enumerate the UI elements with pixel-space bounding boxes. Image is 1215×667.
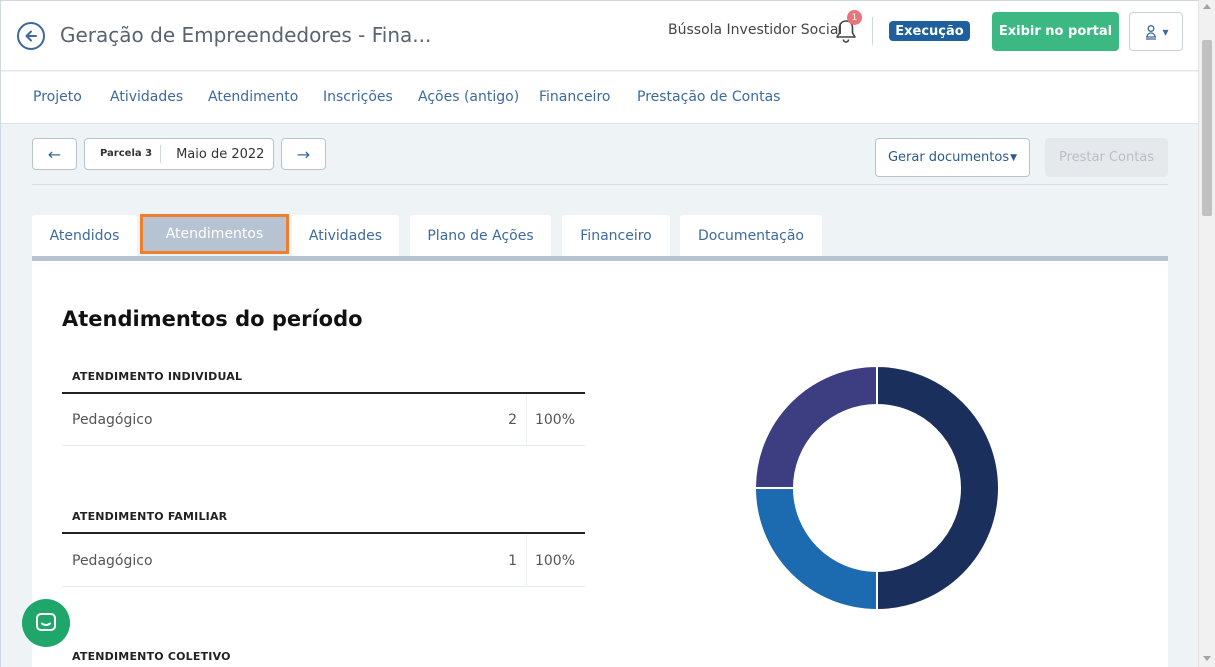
caret-down-icon: ▼ (1010, 152, 1018, 163)
row-label: Pedagógico (72, 412, 153, 428)
scrollbar-thumb[interactable] (1202, 40, 1212, 216)
user-stamp-icon (1146, 24, 1157, 40)
tab-plano-de-acoes[interactable]: Plano de Ações (410, 215, 551, 256)
row-percent: 100% (534, 412, 575, 428)
previous-period-button[interactable]: ← (32, 138, 77, 170)
nav-item-inscricoes[interactable]: Inscrições (323, 89, 393, 105)
row-label: Pedagógico (72, 553, 153, 569)
generate-documents-label: Gerar documentos (887, 150, 1010, 165)
chat-button[interactable] (22, 599, 70, 647)
user-menu-button[interactable]: ▾ (1129, 12, 1183, 51)
period-month: Maio de 2022 (176, 146, 265, 162)
donut-slice-2[interactable] (753, 364, 878, 489)
render-accounts-button: Prestar Contas (1045, 138, 1168, 177)
tab-documentacao[interactable]: Documentação (680, 215, 822, 256)
group-header-individual: ATENDIMENTO INDIVIDUAL (62, 362, 585, 394)
tab-atendimentos-label: Atendimentos (149, 222, 280, 246)
back-arrow-icon[interactable] (17, 22, 45, 50)
chat-icon (36, 613, 56, 631)
row-count: 1 (508, 553, 517, 569)
next-period-button[interactable]: → (281, 138, 326, 170)
scroll-up-arrow-icon[interactable] (1203, 4, 1211, 9)
show-in-portal-button[interactable]: Exibir no portal (992, 12, 1119, 51)
row-count: 2 (508, 412, 517, 428)
group-header-familiar: ATENDIMENTO FAMILIAR (62, 502, 585, 534)
attendance-donut-chart (753, 364, 1000, 612)
chevron-down-icon: ▾ (1162, 24, 1169, 39)
table-row: Pedagógico 1 100% (62, 535, 585, 587)
donut-slice-1[interactable] (753, 487, 878, 612)
nav-item-atendimento[interactable]: Atendimento (208, 89, 298, 105)
group-header-coletivo: ATENDIMENTO COLETIVO (72, 650, 231, 663)
tab-atividades[interactable]: Atividades (292, 215, 399, 256)
row-percent: 100% (534, 553, 575, 569)
nav-item-prestacao-de-contas[interactable]: Prestação de Contas (637, 89, 780, 105)
page-title: Geração de Empreendedores - Fina... (60, 23, 432, 47)
period-divider (32, 184, 1168, 185)
generate-documents-button[interactable]: Gerar documentos ▼ (875, 138, 1030, 177)
notification-count-badge: 1 (847, 10, 862, 25)
tab-atendidos[interactable]: Atendidos (32, 215, 137, 256)
parcela-label: Parcela 3 (85, 145, 162, 163)
scroll-down-arrow-icon[interactable] (1203, 656, 1211, 661)
status-badge: Execução (889, 21, 970, 41)
column-divider (526, 535, 527, 587)
main-nav: Projeto Atividades Atendimento Inscriçõe… (1, 72, 1198, 124)
organization-name: Bússola Investidor Social (668, 22, 843, 38)
tab-financeiro[interactable]: Financeiro (562, 215, 670, 256)
header-divider (872, 17, 873, 45)
donut-slice-0[interactable] (876, 364, 1000, 612)
top-bar: Geração de Empreendedores - Fina... Búss… (1, 1, 1198, 71)
nav-item-acoes-antigo[interactable]: Ações (antigo) (418, 89, 519, 105)
nav-item-financeiro[interactable]: Financeiro (539, 89, 610, 105)
column-divider (526, 394, 527, 446)
app-frame: Geração de Empreendedores - Fina... Búss… (0, 0, 1198, 667)
nav-item-projeto[interactable]: Projeto (33, 89, 82, 105)
period-selector[interactable]: Parcela 3 Maio de 2022 (84, 138, 274, 170)
nav-item-atividades[interactable]: Atividades (110, 89, 183, 105)
tab-atendimentos[interactable]: Atendimentos (140, 214, 289, 254)
vertical-scrollbar[interactable] (1198, 0, 1215, 667)
section-title: Atendimentos do período (62, 307, 363, 331)
table-row: Pedagógico 2 100% (62, 394, 585, 446)
